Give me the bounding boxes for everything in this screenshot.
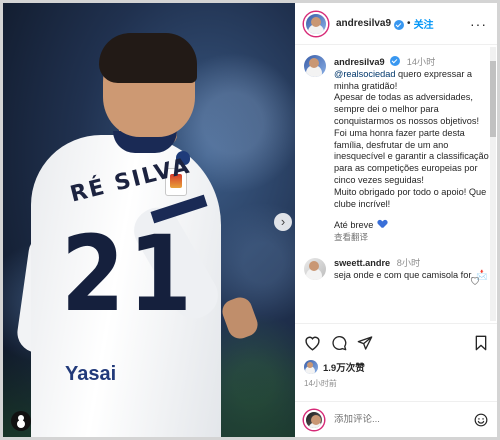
caption-block: andresilva9 14小时 @realsociedad quero exp… (295, 45, 489, 244)
header-separator: • (407, 18, 411, 29)
scrollbar-thumb[interactable] (490, 61, 496, 137)
emoji-icon[interactable] (474, 413, 488, 427)
caption-avatar[interactable] (304, 55, 326, 77)
comment-text: sweett.andre 8小时 seja onde e com que cam… (334, 258, 489, 282)
likes-row: 1.9万次赞 (304, 360, 488, 374)
caption-line-2: Apesar de todas as adversidades, sempre … (334, 92, 480, 126)
mention-link[interactable]: @realsociedad (334, 69, 395, 79)
caption-line-5: Até breve (334, 220, 374, 231)
current-user-avatar (304, 409, 324, 430)
comments-scrollbar[interactable] (490, 47, 496, 321)
comment-body: seja onde e com que camisola for. 📩 (334, 269, 488, 280)
post-side-panel: andresilva9 • 关注 ··· andresilva9 14小时 @r… (295, 3, 497, 437)
shirt-sponsor-text: Yasai (65, 363, 117, 385)
post-photo: RÉ SILVA 21 Yasai › (3, 3, 295, 437)
next-photo-button[interactable]: › (274, 213, 292, 231)
comment-bubble-icon[interactable] (331, 335, 347, 351)
verified-badge-icon (390, 56, 401, 66)
verified-badge-icon (394, 19, 405, 30)
author-avatar[interactable] (304, 11, 328, 36)
shirt-number-text: 21 (61, 213, 196, 335)
post-actions: 1.9万次赞 14小时前 (295, 323, 497, 389)
commenter-avatar[interactable] (304, 257, 326, 280)
action-icon-row (304, 332, 488, 354)
caption-line-3: Foi uma honra fazer parte desta família,… (334, 127, 489, 185)
more-options-icon[interactable]: ··· (470, 16, 487, 32)
add-comment-input[interactable] (334, 414, 454, 425)
bookmark-icon[interactable] (474, 335, 488, 351)
caption-line-4: Muito obrigado por todo o apoio! Que clu… (334, 186, 487, 209)
caption-username[interactable]: andresilva9 (334, 57, 385, 67)
caption-time: 14小时 (406, 57, 436, 67)
blue-heart-icon (378, 220, 387, 228)
player-hair (99, 33, 197, 83)
post-header: andresilva9 • 关注 ··· (295, 3, 497, 45)
see-translation-link[interactable]: 查看翻译 (334, 232, 489, 244)
likes-count[interactable]: 1.9万次赞 (323, 360, 365, 374)
like-heart-icon[interactable] (304, 335, 321, 351)
caption-text: andresilva9 14小时 @realsociedad quero exp… (334, 55, 489, 244)
comments-list: andresilva9 14小时 @realsociedad quero exp… (295, 45, 489, 323)
comment-like-heart-icon[interactable] (470, 276, 480, 285)
author-username[interactable]: andresilva9 (336, 18, 391, 29)
comment-item: sweett.andre 8小时 seja onde e com que cam… (295, 244, 489, 285)
commenter-username[interactable]: sweett.andre (334, 258, 390, 268)
follow-button[interactable]: 关注 (414, 16, 434, 31)
tagged-user-icon[interactable] (11, 411, 31, 431)
add-comment-bar (295, 401, 497, 437)
comment-time: 8小时 (396, 257, 421, 268)
post-timestamp: 14小时前 (304, 379, 337, 388)
liker-avatar[interactable] (304, 360, 318, 374)
share-paper-plane-icon[interactable] (357, 335, 373, 351)
instagram-post-modal: RÉ SILVA 21 Yasai › andresilva9 • 关注 ···… (0, 0, 500, 440)
